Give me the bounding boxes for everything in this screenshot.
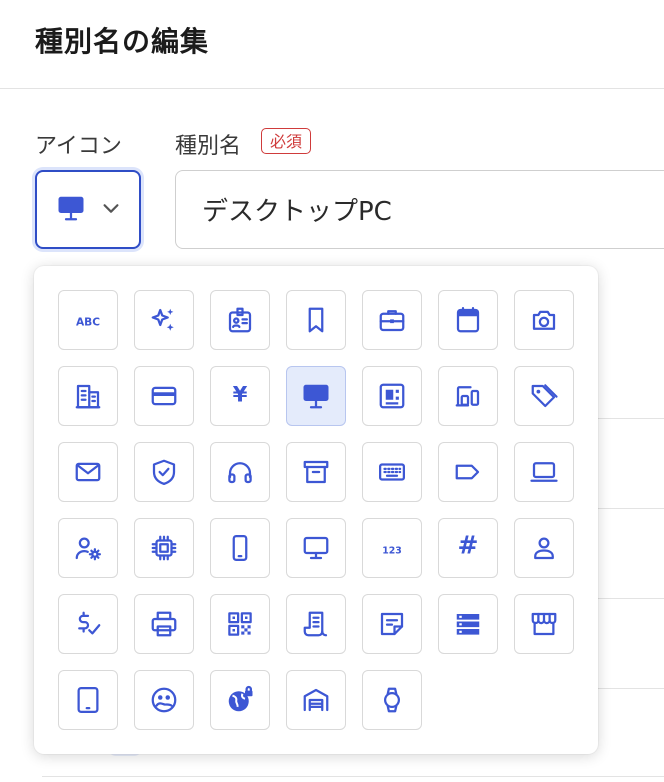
server-list-icon bbox=[453, 609, 483, 639]
icon-option-sticky-note[interactable] bbox=[362, 594, 422, 654]
printer-icon bbox=[149, 609, 179, 639]
icon-option-abc-text[interactable]: ABC bbox=[58, 290, 118, 350]
icon-option-user[interactable] bbox=[514, 518, 574, 578]
icon-option-calendar[interactable] bbox=[438, 290, 498, 350]
background-row-divider bbox=[598, 418, 664, 419]
watch-icon bbox=[377, 685, 407, 715]
id-badge-icon bbox=[225, 305, 255, 335]
globe-lock-icon bbox=[225, 685, 255, 715]
icon-field-label: アイコン bbox=[35, 134, 122, 159]
tile-text: 123 bbox=[382, 546, 402, 557]
tags-icon bbox=[529, 381, 559, 411]
icon-option-label-tag[interactable] bbox=[438, 442, 498, 502]
yen-icon: ¥ bbox=[225, 381, 255, 411]
background-row-divider bbox=[598, 508, 664, 509]
icon-option-headphones[interactable] bbox=[210, 442, 270, 502]
icon-picker-popover: ABC ¥123 # bbox=[34, 266, 598, 754]
briefcase-icon bbox=[377, 305, 407, 335]
mail-icon bbox=[73, 457, 103, 487]
icon-option-qr-code[interactable] bbox=[210, 594, 270, 654]
tile-text: ABC bbox=[76, 316, 100, 329]
icon-option-cpu-chip[interactable] bbox=[134, 518, 194, 578]
desktop-icon bbox=[54, 193, 88, 227]
sticky-note-icon bbox=[377, 609, 407, 639]
keyboard-icon bbox=[377, 457, 407, 487]
label-tag-icon bbox=[453, 457, 483, 487]
chevron-down-icon bbox=[100, 197, 122, 223]
calendar-icon bbox=[453, 305, 483, 335]
icon-option-printer[interactable] bbox=[134, 594, 194, 654]
icon-option-laptop[interactable] bbox=[514, 442, 574, 502]
desktop-icon bbox=[301, 381, 331, 411]
icon-option-smartphone[interactable] bbox=[210, 518, 270, 578]
name-field-label: 種別名 bbox=[175, 134, 242, 159]
icon-option-globe-lock[interactable] bbox=[210, 670, 270, 730]
devices-icon bbox=[453, 381, 483, 411]
headphones-icon bbox=[225, 457, 255, 487]
laptop-icon bbox=[529, 457, 559, 487]
receipt-icon bbox=[301, 609, 331, 639]
icon-option-store[interactable] bbox=[514, 594, 574, 654]
user-icon bbox=[529, 533, 559, 563]
store-icon bbox=[529, 609, 559, 639]
icon-option-sparkles[interactable] bbox=[134, 290, 194, 350]
icon-option-camera[interactable] bbox=[514, 290, 574, 350]
icon-option-archive-box[interactable] bbox=[286, 442, 346, 502]
camera-icon bbox=[529, 305, 559, 335]
icon-option-credit-card[interactable] bbox=[134, 366, 194, 426]
sparkles-icon bbox=[149, 305, 179, 335]
qr-code-icon bbox=[225, 609, 255, 639]
icon-option-building[interactable] bbox=[58, 366, 118, 426]
icon-option-user-cog[interactable] bbox=[58, 518, 118, 578]
tile-text: # bbox=[458, 533, 479, 560]
icon-option-keyboard[interactable] bbox=[362, 442, 422, 502]
garage-icon bbox=[301, 685, 331, 715]
background-row-divider bbox=[598, 598, 664, 599]
abc-text-icon: ABC bbox=[73, 305, 103, 335]
page-title: 種別名の編集 bbox=[35, 25, 210, 58]
icon-option-id-badge[interactable] bbox=[210, 290, 270, 350]
icon-option-watch[interactable] bbox=[362, 670, 422, 730]
icon-option-circuit-board[interactable] bbox=[362, 366, 422, 426]
user-cog-icon bbox=[73, 533, 103, 563]
icon-option-shield-check[interactable] bbox=[134, 442, 194, 502]
circuit-board-icon bbox=[377, 381, 407, 411]
smartphone-icon bbox=[225, 533, 255, 563]
icon-option-mail[interactable] bbox=[58, 442, 118, 502]
icon-option-tags[interactable] bbox=[514, 366, 574, 426]
icon-option-monitor[interactable] bbox=[286, 518, 346, 578]
credit-card-icon bbox=[149, 381, 179, 411]
icon-option-hashtag[interactable]: # bbox=[438, 518, 498, 578]
building-icon bbox=[73, 381, 103, 411]
shield-check-icon bbox=[149, 457, 179, 487]
icon-option-tablet[interactable] bbox=[58, 670, 118, 730]
icon-option-bookmark[interactable] bbox=[286, 290, 346, 350]
background-row-divider bbox=[42, 776, 664, 777]
header-divider bbox=[0, 88, 664, 89]
icon-option-desktop[interactable] bbox=[286, 366, 346, 426]
icon-option-devices[interactable] bbox=[438, 366, 498, 426]
icon-option-face[interactable] bbox=[134, 670, 194, 730]
icon-option-yen[interactable]: ¥ bbox=[210, 366, 270, 426]
required-badge: 必須 bbox=[261, 128, 312, 154]
hashtag-icon: # bbox=[453, 533, 483, 563]
archive-box-icon bbox=[301, 457, 331, 487]
icon-option-numbers[interactable]: 123 bbox=[362, 518, 422, 578]
icon-select-dropdown[interactable] bbox=[35, 170, 141, 249]
monitor-icon bbox=[301, 533, 331, 563]
bookmark-icon bbox=[301, 305, 331, 335]
numbers-icon: 123 bbox=[377, 533, 407, 563]
icon-option-dollar-check[interactable] bbox=[58, 594, 118, 654]
icon-option-garage[interactable] bbox=[286, 670, 346, 730]
icon-option-server-list[interactable] bbox=[438, 594, 498, 654]
icon-option-receipt[interactable] bbox=[286, 594, 346, 654]
type-name-input[interactable] bbox=[175, 170, 664, 249]
cpu-chip-icon bbox=[149, 533, 179, 563]
tile-text: ¥ bbox=[233, 383, 248, 408]
face-icon bbox=[149, 685, 179, 715]
background-row-divider bbox=[598, 688, 664, 689]
dollar-check-icon bbox=[73, 609, 103, 639]
icon-option-briefcase[interactable] bbox=[362, 290, 422, 350]
tablet-icon bbox=[73, 685, 103, 715]
